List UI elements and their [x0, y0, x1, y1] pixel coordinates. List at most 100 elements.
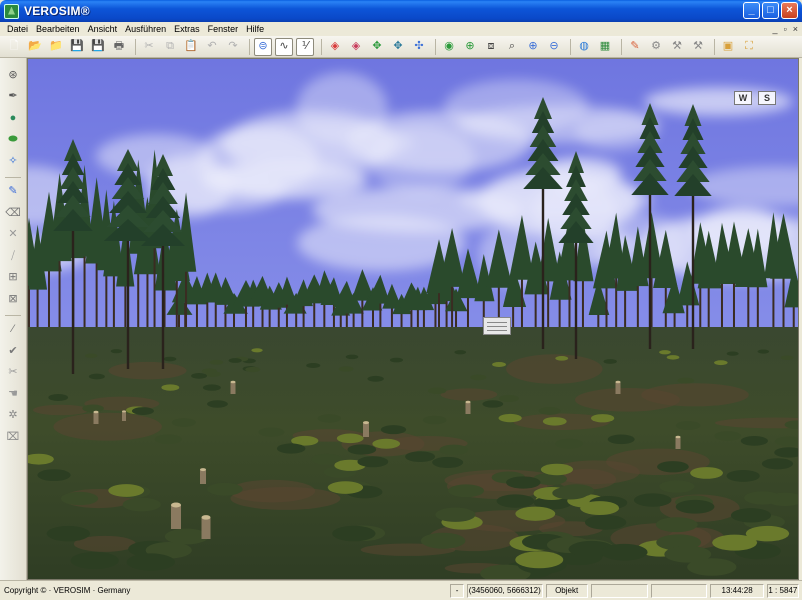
globe-green-button[interactable]: ●: [4, 109, 22, 127]
zoom-plus-button[interactable]: ⊕: [524, 38, 542, 56]
compass-south[interactable]: S: [758, 91, 776, 105]
save-all-button[interactable]: 💾: [89, 38, 107, 56]
redo-icon: ↷: [228, 40, 238, 52]
shrub: [454, 350, 467, 355]
shrub: [108, 484, 145, 497]
shrub: [659, 480, 695, 493]
paste-button[interactable]: 📋: [182, 38, 200, 56]
pencil-button[interactable]: ✎: [4, 183, 22, 201]
stump: [171, 505, 181, 529]
cube-red-button[interactable]: ◈: [326, 38, 344, 56]
mdi-minimize-button[interactable]: _: [773, 24, 778, 34]
undo-button[interactable]: ↶: [203, 38, 221, 56]
toolbar-separator: [714, 38, 715, 55]
3d-viewport[interactable]: W S: [27, 58, 799, 580]
stump-top: [615, 380, 621, 384]
camera-view-button[interactable]: ⚙: [647, 38, 665, 56]
minimize-button[interactable]: _: [743, 2, 760, 19]
mdi-restore-button[interactable]: ▫: [784, 24, 787, 34]
open-project-button[interactable]: 📁: [47, 38, 65, 56]
align-button[interactable]: ⊞: [4, 269, 22, 287]
cut-button[interactable]: ✂: [140, 38, 158, 56]
new-document-button[interactable]: 🗋: [5, 38, 23, 56]
cross-button[interactable]: ✕: [4, 226, 22, 244]
scale-tool-button[interactable]: ⅟: [296, 37, 314, 56]
tool-alt-button[interactable]: ⚒: [689, 38, 707, 56]
shrub: [336, 433, 364, 444]
zoom-in-button[interactable]: ⊕: [461, 38, 479, 56]
select-dot-button[interactable]: ◉: [440, 38, 458, 56]
hand-button[interactable]: ☚: [4, 385, 22, 403]
compass-west[interactable]: W: [734, 91, 752, 105]
close-button[interactable]: ×: [781, 2, 798, 19]
shrub: [470, 374, 487, 381]
camera-tripod-button[interactable]: ⊛: [4, 66, 22, 84]
compass[interactable]: W S: [734, 91, 776, 105]
brush-button[interactable]: ✒: [4, 88, 22, 106]
shrub: [448, 484, 485, 498]
layout-button[interactable]: ▣: [719, 38, 737, 56]
map-button[interactable]: ▦: [596, 38, 614, 56]
frame-button[interactable]: ⛶: [740, 38, 758, 56]
zoom-minus-button[interactable]: ⊖: [545, 38, 563, 56]
settings-button[interactable]: ✲: [4, 407, 22, 425]
tool-button[interactable]: ⚒: [668, 38, 686, 56]
info-sign[interactable]: [483, 317, 511, 335]
zoom-window-button[interactable]: ⌕: [503, 38, 521, 56]
scissors-button[interactable]: ✂: [4, 364, 22, 382]
menu-bearbeiten[interactable]: Bearbeiten: [32, 22, 84, 36]
menu-hilfe[interactable]: Hilfe: [242, 22, 268, 36]
forest-scene[interactable]: [28, 59, 799, 580]
redo-button[interactable]: ↷: [224, 38, 242, 56]
globe-button[interactable]: ◍: [575, 38, 593, 56]
zoom-minus-icon: ⊖: [549, 40, 559, 52]
navigate-button[interactable]: ✧: [4, 152, 22, 170]
knife-button[interactable]: ⁄: [4, 321, 22, 339]
distribute-button[interactable]: ⊠: [4, 290, 22, 308]
print-button[interactable]: 🖶: [110, 38, 128, 56]
terrain-button[interactable]: ⬬: [4, 131, 22, 149]
angle-tool-button[interactable]: ∿: [275, 37, 293, 56]
pivot-button[interactable]: ✣: [410, 38, 428, 56]
scissors-icon: ✂: [8, 366, 18, 378]
menu-datei[interactable]: Datei: [3, 22, 32, 36]
shrub: [555, 356, 569, 361]
cube-red-alt-button[interactable]: ◈: [347, 38, 365, 56]
trash-button[interactable]: ⌧: [4, 428, 22, 446]
menu-fenster[interactable]: Fenster: [204, 22, 243, 36]
shrub: [655, 517, 698, 533]
shrub: [372, 438, 401, 449]
shrub: [345, 354, 359, 360]
shrub: [347, 444, 377, 455]
shrub: [122, 497, 161, 512]
copy-button[interactable]: ⧉: [161, 38, 179, 56]
scale-tool-icon: ⅟: [301, 40, 309, 52]
shrub: [675, 499, 715, 514]
cube-red-alt-icon: ◈: [351, 40, 361, 52]
shrub: [207, 400, 228, 408]
shrub: [209, 359, 224, 365]
maximize-button[interactable]: □: [762, 2, 779, 19]
rotate-move-button[interactable]: ✥: [389, 38, 407, 56]
open-folder-button[interactable]: 📂: [26, 38, 44, 56]
zoom-region-button[interactable]: ⧈: [482, 38, 500, 56]
shrub: [405, 451, 436, 463]
shrub: [584, 514, 627, 530]
eraser-button[interactable]: ⌫: [4, 204, 22, 222]
check-edit-button[interactable]: ✔: [4, 342, 22, 360]
link-button[interactable]: ⊜: [254, 37, 272, 56]
move-button[interactable]: ✥: [368, 38, 386, 56]
menu-extras[interactable]: Extras: [170, 22, 204, 36]
mdi-close-button[interactable]: ×: [793, 24, 798, 34]
save-button[interactable]: 💾: [68, 38, 86, 56]
shrub: [677, 377, 695, 384]
camera-button[interactable]: ✎: [626, 38, 644, 56]
status-object: Objekt: [545, 583, 588, 598]
shrub: [171, 418, 196, 427]
menu-ansicht[interactable]: Ansicht: [84, 22, 122, 36]
app-icon[interactable]: [4, 3, 19, 19]
split-button[interactable]: ⧸: [4, 247, 22, 265]
menu-ausfhren[interactable]: Ausführen: [121, 22, 170, 36]
shrub: [207, 482, 243, 496]
cloud: [457, 105, 661, 144]
